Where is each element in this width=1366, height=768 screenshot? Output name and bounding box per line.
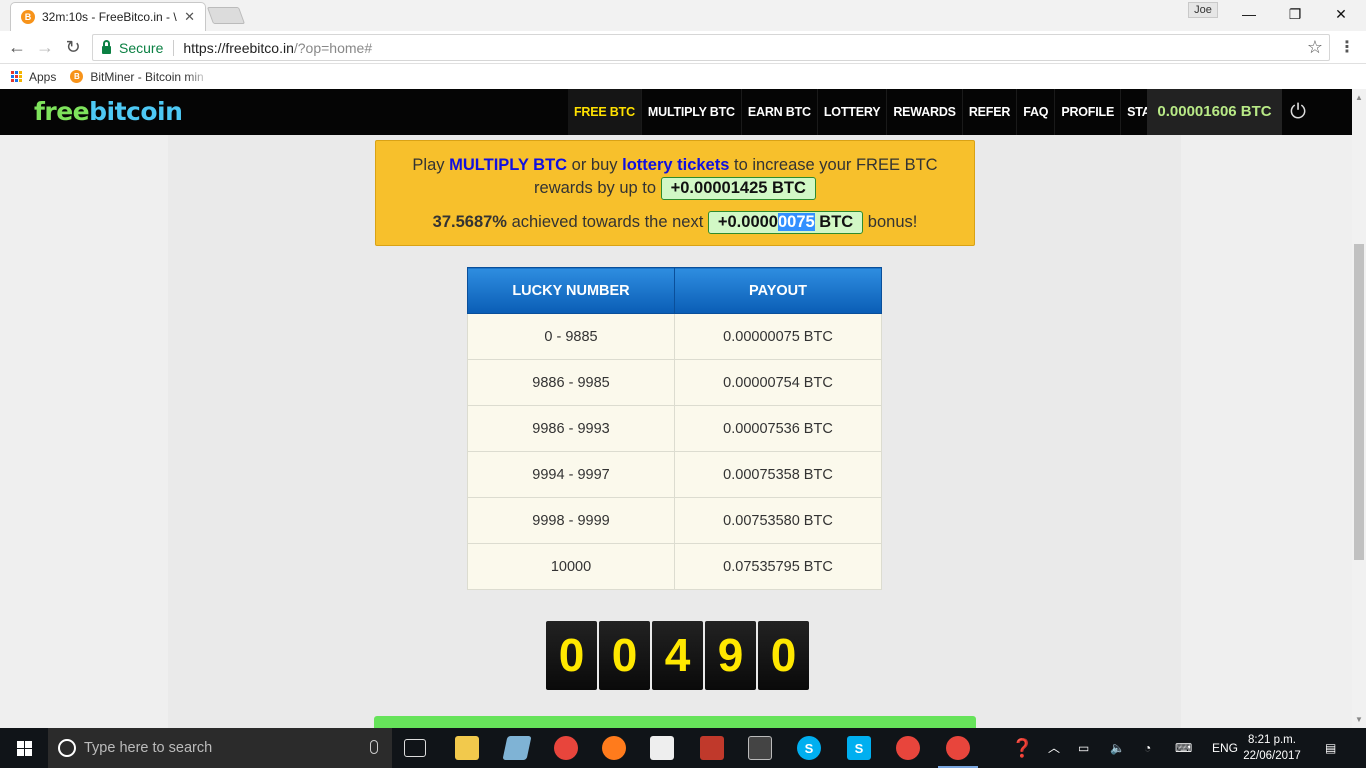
browser-tab-active[interactable]: B 32m:10s - FreeBitco.in - \ ✕ <box>10 2 206 31</box>
back-arrow-icon[interactable]: ← <box>6 36 28 58</box>
table-row: 9986 - 9993 0.00007536 BTC <box>467 405 882 452</box>
page-scrollbar[interactable]: ▲ ▼ <box>1352 89 1366 728</box>
achieved-percent: 37.5687% <box>432 213 507 231</box>
show-hidden-icons[interactable]: ︿ <box>1048 728 1060 768</box>
task-view-icon[interactable] <box>404 739 426 757</box>
nav-faq[interactable]: FAQ <box>1017 89 1056 135</box>
volume-icon[interactable]: 🔈 <box>1110 728 1125 768</box>
header-lucky-number: LUCKY NUMBER <box>467 267 675 314</box>
chrome-app-icon[interactable] <box>554 736 578 760</box>
file-explorer-icon[interactable] <box>455 736 479 760</box>
new-tab-button[interactable] <box>206 7 246 24</box>
bookmark-star-icon[interactable]: ☆ <box>1307 37 1323 58</box>
minimize-icon[interactable]: — <box>1226 0 1272 28</box>
url-host: https://freebitco.in <box>183 39 294 56</box>
restore-icon[interactable]: ❐ <box>1272 0 1318 28</box>
start-button[interactable] <box>0 728 48 768</box>
bookmark-apps[interactable]: Apps <box>11 70 56 84</box>
scroll-up-arrow-icon[interactable]: ▲ <box>1355 93 1363 102</box>
cortana-icon <box>58 739 76 757</box>
apps-grid-icon <box>11 70 23 83</box>
scrollbar-thumb[interactable] <box>1354 244 1364 560</box>
roll-button[interactable] <box>374 716 976 728</box>
chrome-profile-icon[interactable] <box>896 736 920 760</box>
photos-app-icon[interactable] <box>650 736 674 760</box>
clock-date: 22/06/2017 <box>1243 750 1301 762</box>
roll-digit: 4 <box>652 621 703 690</box>
nav-earn-btc[interactable]: EARN BTC <box>742 89 818 135</box>
bookmark-label: BitMiner - Bitcoin min <box>90 69 204 84</box>
h-app-icon[interactable] <box>748 736 772 760</box>
taskbar-search[interactable]: Type here to search <box>48 728 392 768</box>
secure-label: Secure <box>119 39 164 56</box>
site-header: freebitcoin FREE BTC MULTIPLY BTC EARN B… <box>0 89 1352 135</box>
windows-taskbar: Type here to search S S ❓ ︿ ▭ 🔈 ◔ ⌨ ENG … <box>0 728 1366 768</box>
bookmarks-bar: Apps B BitMiner - Bitcoin min <box>0 64 1366 89</box>
chrome-active-icon[interactable] <box>946 736 970 760</box>
roll-digit: 0 <box>599 621 650 690</box>
roll-digit: 0 <box>546 621 597 690</box>
bookmark-bitminer[interactable]: B BitMiner - Bitcoin min <box>70 70 210 84</box>
action-center-icon[interactable]: ▤ <box>1325 728 1336 768</box>
table-row: 9998 - 9999 0.00753580 BTC <box>467 497 882 544</box>
table-row: 9886 - 9985 0.00000754 BTC <box>467 359 882 406</box>
windows-logo-icon <box>16 740 32 756</box>
wifi-icon[interactable]: ◔ <box>1144 728 1151 768</box>
skype-business-icon[interactable]: S <box>847 736 871 760</box>
table-row: 0 - 9885 0.00000075 BTC <box>467 313 882 360</box>
nav-lottery[interactable]: LOTTERY <box>818 89 888 135</box>
scroll-down-arrow-icon[interactable]: ▼ <box>1355 715 1363 724</box>
logout-power-icon[interactable]: ⏻ <box>1285 89 1311 135</box>
nav-refer[interactable]: REFER <box>963 89 1018 135</box>
browser-tabbar: B 32m:10s - FreeBitco.in - \ ✕ Joe — ❐ ✕ <box>0 0 1366 31</box>
language-indicator[interactable]: ENG <box>1212 728 1238 768</box>
bitcoin-favicon-icon: B <box>21 10 35 24</box>
keyboard-icon[interactable]: ⌨ <box>1175 728 1192 768</box>
freebitcoin-logo[interactable]: freebitcoin <box>34 97 183 126</box>
balance-display: 0.00001606 BTC <box>1147 89 1282 135</box>
clock[interactable]: 8:21 p.m. 22/06/2017 <box>1236 732 1308 764</box>
table-row: 10000 0.07535795 BTC <box>467 543 882 590</box>
address-bar[interactable]: Secure https://freebitco.in/?op=home# ☆ <box>92 34 1330 61</box>
profile-button[interactable]: Joe <box>1188 2 1218 18</box>
payout-table: LUCKY NUMBER PAYOUT 0 - 9885 0.00000075 B… <box>467 267 882 590</box>
roll-digit: 0 <box>758 621 809 690</box>
bitcoin-icon: B <box>70 70 84 83</box>
table-row: 9994 - 9997 0.00075358 BTC <box>467 451 882 498</box>
url-path: /?op=home# <box>293 39 373 56</box>
clock-time: 8:21 p.m. <box>1248 734 1296 746</box>
tab-title: 32m:10s - FreeBitco.in - \ <box>42 10 177 24</box>
omnibox-divider <box>173 39 175 56</box>
nav-free-btc[interactable]: FREE BTC <box>568 89 642 135</box>
roll-number-display: 0 0 4 9 0 <box>546 621 811 690</box>
battery-icon[interactable]: ▭ <box>1078 728 1089 768</box>
popcorn-app-icon[interactable] <box>700 736 724 760</box>
tab-close-icon[interactable]: ✕ <box>184 9 195 25</box>
bookmark-label: Apps <box>29 69 57 84</box>
multiply-btc-link[interactable]: MULTIPLY BTC <box>449 156 567 174</box>
chrome-menu-icon[interactable]: ⋮ <box>1339 37 1355 57</box>
search-placeholder: Type here to search <box>84 740 213 756</box>
nav-multiply-btc[interactable]: MULTIPLY BTC <box>642 89 742 135</box>
promo-box: Play MULTIPLY BTC or buy lottery tickets… <box>375 140 975 246</box>
bonus-amount-badge: +0.00001425 BTC <box>660 177 816 200</box>
forward-arrow-icon[interactable]: → <box>34 36 56 58</box>
lottery-tickets-link[interactable]: lottery tickets <box>622 156 729 174</box>
main-nav: FREE BTC MULTIPLY BTC EARN BTC LOTTERY R… <box>568 89 1173 135</box>
notepad-icon[interactable] <box>502 736 532 760</box>
skype-icon[interactable]: S <box>797 736 821 760</box>
nav-rewards[interactable]: REWARDS <box>887 89 963 135</box>
microphone-icon[interactable] <box>370 740 378 754</box>
lock-icon <box>102 39 111 54</box>
firefox-icon[interactable] <box>602 736 626 760</box>
reload-icon[interactable]: ↻ <box>62 36 84 58</box>
nav-profile[interactable]: PROFILE <box>1055 89 1122 135</box>
roll-digit: 9 <box>705 621 756 690</box>
next-bonus-badge: +0.00000075 BTC <box>707 211 864 234</box>
browser-toolbar: ← → ↻ Secure https://freebitco.in/?op=ho… <box>0 31 1366 64</box>
help-icon[interactable]: ❓ <box>1011 728 1033 768</box>
close-window-icon[interactable]: ✕ <box>1318 0 1364 28</box>
header-payout: PAYOUT <box>674 267 882 314</box>
